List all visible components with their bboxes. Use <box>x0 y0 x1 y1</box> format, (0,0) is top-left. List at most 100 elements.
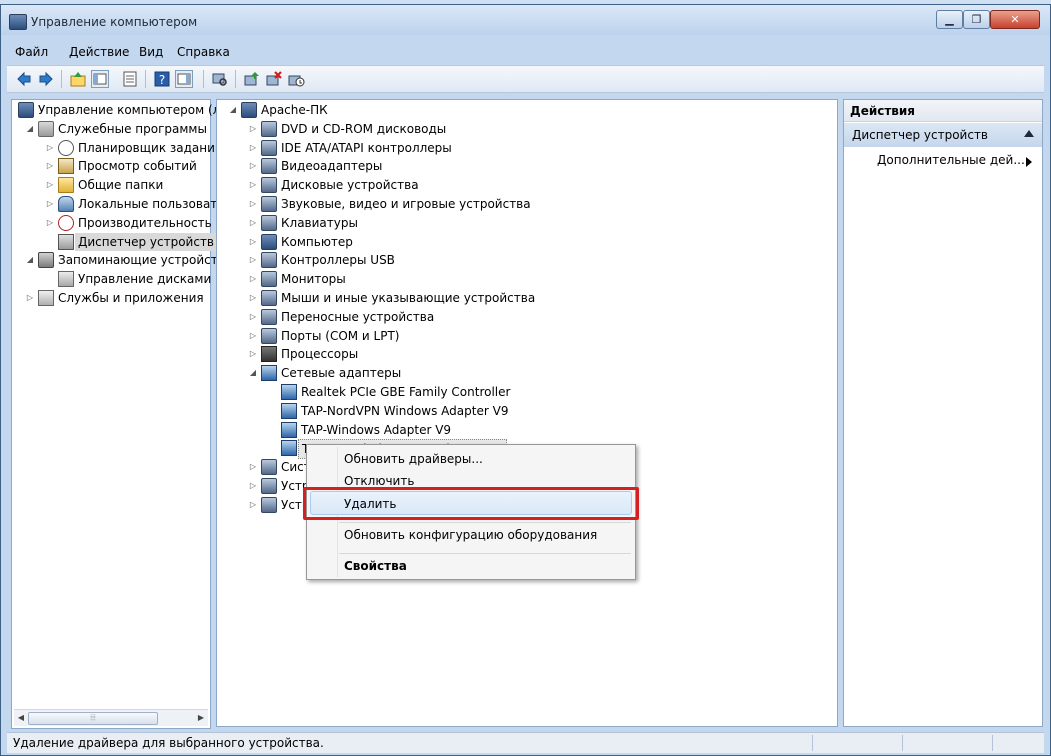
expanded-arrow-icon[interactable]: ◢ <box>229 106 237 114</box>
collapsed-arrow-icon[interactable]: ▷ <box>249 331 257 340</box>
collapsed-arrow-icon[interactable]: ▷ <box>249 350 257 358</box>
collapsed-arrow-icon[interactable]: ▷ <box>249 200 257 208</box>
collapsed-arrow-icon[interactable]: ▷ <box>249 218 257 227</box>
device-tree-item-row[interactable]: ▷ Контроллеры USB <box>217 251 835 269</box>
nav-tree-item-row[interactable]: Управление дисками <box>12 270 211 288</box>
nav-tree-item-label: Просмотр событий <box>78 159 197 174</box>
computer-icon <box>261 233 277 250</box>
collapsed-arrow-icon[interactable]: ▷ <box>26 294 34 302</box>
minimize-button[interactable]: ▁ <box>936 10 963 29</box>
collapsed-arrow-icon[interactable]: ▷ <box>249 124 257 133</box>
nav-tree-item-row[interactable]: ▷ Локальные пользовате <box>12 195 225 213</box>
app-icon <box>9 14 27 30</box>
left-pane-horizontal-scrollbar[interactable]: ◀ ⦙⦙⦙ ▶ <box>14 709 208 726</box>
menu-item-scan-hardware[interactable]: Обновить конфигурацию оборудования <box>344 528 597 542</box>
scan-hardware-icon[interactable] <box>211 70 229 88</box>
collapsed-arrow-icon[interactable]: ▷ <box>249 162 257 170</box>
collapsed-arrow-icon[interactable]: ▷ <box>46 200 54 208</box>
collapse-arrow-icon[interactable] <box>1024 130 1034 137</box>
device-tree-item-row[interactable]: ▷ IDE ATA/ATAPI контроллеры <box>217 139 835 157</box>
show-hide-tree-icon[interactable] <box>91 70 109 88</box>
scrollbar-thumb[interactable]: ⦙⦙⦙ <box>28 712 158 725</box>
menu-item-properties[interactable]: Свойства <box>344 559 407 573</box>
users-icon <box>58 196 74 212</box>
device-tree-item-row[interactable]: ◢ Apache-ПК <box>217 101 835 119</box>
collapsed-arrow-icon[interactable]: ▷ <box>249 275 257 283</box>
device-tree-item-row[interactable]: ▷ Дисковые устройства <box>217 176 835 194</box>
nav-tree-item-label: Локальные пользовате <box>78 197 225 211</box>
nav-tree-item-row[interactable]: ▷ Производительность <box>12 214 212 232</box>
update-driver-icon[interactable] <box>243 70 261 88</box>
properties-icon[interactable] <box>121 70 139 88</box>
device-tree-item-row[interactable]: ◢ Сетевые адаптеры <box>217 364 835 382</box>
menu-help[interactable]: Справка <box>177 45 230 59</box>
forward-icon[interactable] <box>37 70 55 88</box>
disk-management-icon <box>58 271 74 288</box>
menu-view[interactable]: Вид <box>139 45 163 59</box>
collapsed-arrow-icon[interactable]: ▷ <box>249 143 257 152</box>
device-tree-item-row[interactable]: ▷ Звуковые, видео и игровые устройства <box>217 195 835 213</box>
nav-tree-item-row[interactable]: ▷ Планировщик заданий <box>12 139 223 157</box>
maximize-button[interactable]: ❐ <box>963 10 990 29</box>
back-icon[interactable] <box>15 70 33 88</box>
device-tree-item-row[interactable]: ▷ Видеоадаптеры <box>217 157 835 175</box>
collapsed-arrow-icon[interactable]: ▷ <box>249 181 257 189</box>
device-tree-item-label: Apache-ПК <box>261 103 328 117</box>
device-tree-item-row[interactable]: ▷ Компьютер <box>217 233 835 251</box>
show-hide-action-pane-icon[interactable] <box>175 70 193 88</box>
nav-tree-item-row[interactable]: ◢ Запоминающие устройст <box>12 251 218 269</box>
nav-tree-item-row[interactable]: ◢ Служебные программы <box>12 120 208 138</box>
disable-device-icon[interactable] <box>287 70 305 88</box>
device-tree-item-row[interactable]: ▷ Порты (COM и LPT) <box>217 327 835 345</box>
nav-tree-item-row[interactable]: Диспетчер устройств <box>12 232 218 251</box>
close-button[interactable]: ✕ <box>990 10 1040 29</box>
nav-tree-item-row[interactable]: ▷ Просмотр событий <box>12 157 208 175</box>
device-tree-item-row[interactable]: ▷ Мыши и иные указывающие устройства <box>217 289 835 307</box>
menu-file[interactable]: Файл <box>15 45 48 59</box>
collapsed-arrow-icon[interactable]: ▷ <box>249 237 257 246</box>
device-tree-item-row[interactable]: TAP-Windows Adapter V9 <box>217 421 835 439</box>
services-icon <box>38 290 54 306</box>
collapsed-arrow-icon[interactable]: ▷ <box>249 294 257 302</box>
collapsed-arrow-icon[interactable]: ▷ <box>249 312 257 321</box>
expanded-arrow-icon[interactable]: ◢ <box>26 256 34 264</box>
collapsed-arrow-icon[interactable]: ▷ <box>249 463 257 471</box>
network-adapter-icon <box>281 402 297 419</box>
collapsed-arrow-icon[interactable]: ▷ <box>46 181 54 189</box>
expanded-arrow-icon[interactable]: ◢ <box>249 369 257 377</box>
actions-section-device-manager[interactable]: Диспетчер устройств <box>844 123 1042 147</box>
title-bar[interactable]: Управление компьютером ▁ ❐ ✕ <box>1 5 1050 35</box>
display-adapter-icon <box>261 158 277 175</box>
device-tree-item-row[interactable]: ▷ Переносные устройства <box>217 308 835 326</box>
help-icon[interactable]: ? <box>153 70 171 88</box>
menu-item-disable[interactable]: Отключить <box>344 474 414 488</box>
collapsed-arrow-icon[interactable]: ▷ <box>46 162 54 170</box>
collapsed-arrow-icon[interactable]: ▷ <box>46 143 54 152</box>
menu-item-update-drivers[interactable]: Обновить драйверы... <box>344 452 483 466</box>
device-manager-icon <box>58 233 74 250</box>
actions-more-link[interactable]: Дополнительные дей... <box>877 153 1025 167</box>
nav-tree-item-row[interactable]: ▷ Службы и приложения <box>12 289 208 307</box>
device-tree-item-row[interactable]: TAP-NordVPN Windows Adapter V9 <box>217 402 835 420</box>
collapsed-arrow-icon[interactable]: ▷ <box>249 500 257 509</box>
up-folder-icon[interactable] <box>69 70 87 88</box>
collapsed-arrow-icon[interactable]: ▷ <box>249 256 257 264</box>
device-tree-item-row[interactable]: ▷ DVD и CD-ROM дисководы <box>217 120 835 138</box>
nav-tree-item-row[interactable]: ▷ Общие папки <box>12 176 208 194</box>
scroll-left-arrow-icon[interactable]: ◀ <box>15 712 27 724</box>
nav-tree-item-row[interactable]: Управление компьютером (л <box>12 101 220 119</box>
imaging-icon <box>261 496 277 513</box>
device-tree-item-row[interactable]: ▷ Мониторы <box>217 270 835 288</box>
device-tree-item-row[interactable]: ▷ Процессоры <box>217 345 835 363</box>
scroll-right-arrow-icon[interactable]: ▶ <box>195 712 207 724</box>
device-tree-item-row[interactable]: Realtek PCIe GBE Family Controller <box>217 383 835 401</box>
uninstall-device-icon[interactable] <box>265 70 283 88</box>
menu-action[interactable]: Действие <box>69 45 129 59</box>
nav-tree-item-label: Диспетчер устройств <box>75 232 218 251</box>
expanded-arrow-icon[interactable]: ◢ <box>26 124 34 133</box>
collapsed-arrow-icon[interactable]: ▷ <box>46 218 54 227</box>
device-tree-item-row[interactable]: ▷ Клавиатуры <box>217 214 835 232</box>
network-adapter-icon <box>281 384 297 400</box>
collapsed-arrow-icon[interactable]: ▷ <box>249 482 257 490</box>
computer-management-window: Управление компьютером ▁ ❐ ✕ Файл Действ… <box>0 4 1051 756</box>
